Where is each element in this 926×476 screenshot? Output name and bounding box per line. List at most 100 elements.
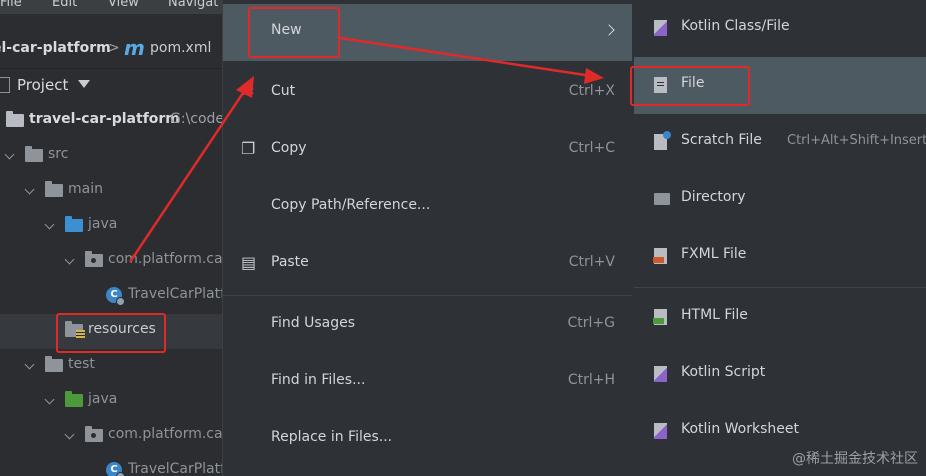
menu-item-cut[interactable]: ✂ Cut Ctrl+X: [223, 65, 633, 122]
chevron-down-icon[interactable]: [44, 394, 55, 405]
menu-separator: [223, 295, 633, 296]
menu-item-label: Find in Files...: [271, 372, 366, 388]
menu-item-shortcut: Ctrl+C: [568, 140, 615, 156]
breadcrumb-project[interactable]: el-car-platform: [0, 40, 111, 56]
menu-navigate[interactable]: Navigat: [168, 0, 218, 10]
tree-node-package[interactable]: com.platform.car: [0, 244, 222, 279]
chevron-down-icon[interactable]: [64, 254, 75, 265]
breadcrumb-file[interactable]: pom.xml: [150, 40, 211, 56]
new-submenu: Kotlin Class/File File Scratch File Ctrl…: [632, 0, 926, 476]
kotlin-icon: [654, 423, 667, 439]
menu-item-label: Cut: [271, 83, 296, 99]
submenu-item-label: Kotlin Worksheet: [681, 421, 799, 437]
tree-node-main-class[interactable]: C TravelCarPlatf: [0, 279, 222, 314]
test-class-icon: C: [106, 462, 125, 476]
submenu-item-shortcut: Ctrl+Alt+Shift+Insert: [787, 133, 926, 148]
project-view-selector[interactable]: Project: [0, 72, 222, 100]
html-file-icon: [653, 309, 667, 325]
menu-item-copy-path[interactable]: Copy Path/Reference...: [223, 179, 633, 236]
menu-item-find-in-files[interactable]: Find in Files... Ctrl+H: [223, 354, 633, 411]
menu-item-label: New: [271, 22, 302, 38]
menu-item-shortcut: Ctrl+X: [568, 83, 615, 99]
chevron-down-icon[interactable]: [24, 184, 35, 195]
menu-item-shortcut: Ctrl+V: [568, 254, 615, 270]
submenu-item-file[interactable]: File: [634, 57, 926, 114]
project-tree: travel-car-platform G:\code src main jav…: [0, 104, 222, 476]
scratch-file-icon: [654, 131, 671, 150]
submenu-item-fxml-file[interactable]: FXML File: [634, 228, 926, 285]
menu-item-find-usages[interactable]: Find Usages Ctrl+G: [223, 297, 633, 354]
tree-node-main[interactable]: main: [0, 174, 222, 209]
submenu-item-label: Scratch File: [681, 132, 762, 148]
menu-bar: File Edit View Navigat: [0, 0, 222, 14]
menu-item-shortcut: Ctrl+G: [567, 315, 616, 331]
breadcrumb-separator: >: [108, 40, 120, 56]
project-view-label: Project: [17, 76, 69, 94]
file-icon: [654, 77, 667, 93]
package-icon: [85, 426, 103, 442]
tree-node-test-java[interactable]: java: [0, 384, 222, 419]
tree-node-label: test: [68, 356, 95, 372]
tree-node-label: resources: [88, 321, 156, 337]
menu-item-replace-in-files[interactable]: Replace in Files...: [223, 411, 633, 468]
menu-view[interactable]: View: [108, 0, 139, 10]
tree-node-label: TravelCarPlatf: [128, 286, 222, 302]
tree-node-label: com.platform.car: [108, 426, 222, 442]
menu-item-label: Copy Path/Reference...: [271, 197, 431, 213]
submenu-item-directory[interactable]: Directory: [634, 171, 926, 228]
submenu-item-label: Directory: [681, 189, 746, 205]
tree-node-src[interactable]: src: [0, 139, 222, 174]
tree-node-test-package[interactable]: com.platform.car: [0, 419, 222, 454]
copy-icon: ❐: [241, 139, 256, 158]
tree-node-root[interactable]: travel-car-platform G:\code: [0, 104, 222, 139]
menu-item-label: Find Usages: [271, 315, 356, 331]
folder-icon: [654, 193, 670, 205]
context-menu: New ✂ Cut Ctrl+X ❐ Copy Ctrl+C Copy Path…: [222, 0, 633, 476]
menu-file[interactable]: File: [0, 0, 22, 10]
clipboard-icon: ▤: [241, 253, 257, 272]
menu-item-copy[interactable]: ❐ Copy Ctrl+C: [223, 122, 633, 179]
maven-icon: m: [124, 36, 145, 60]
menu-item-new[interactable]: New: [223, 4, 633, 61]
folder-icon: [45, 356, 63, 372]
chevron-down-icon[interactable]: [4, 149, 15, 160]
resources-folder-icon: [65, 321, 85, 338]
chevron-down-icon[interactable]: [64, 429, 75, 440]
tree-node-java[interactable]: java: [0, 209, 222, 244]
module-folder-icon: [6, 111, 24, 127]
tree-node-test-class[interactable]: C TravelCarPlatf: [0, 454, 222, 476]
menu-item-label: Paste: [271, 254, 309, 270]
submenu-item-scratch-file[interactable]: Scratch File Ctrl+Alt+Shift+Insert: [634, 114, 926, 171]
submenu-item-label: HTML File: [681, 307, 748, 323]
submenu-item-label: Kotlin Script: [681, 364, 766, 380]
submenu-item-kotlin-class[interactable]: Kotlin Class/File: [634, 0, 926, 57]
tree-node-label: TravelCarPlatf: [128, 461, 222, 476]
submenu-item-label: Kotlin Class/File: [681, 18, 790, 34]
menu-item-paste[interactable]: ▤ Paste Ctrl+V: [223, 236, 633, 293]
chevron-down-icon[interactable]: [24, 359, 35, 370]
submenu-item-html-file[interactable]: HTML File: [634, 289, 926, 346]
breadcrumb: el-car-platform > m pom.xml: [0, 36, 222, 64]
chevron-down-icon[interactable]: [78, 80, 90, 88]
watermark: @稀土掘金技术社区: [792, 451, 918, 467]
tree-node-label: com.platform.car: [108, 251, 222, 267]
fxml-file-icon: [653, 248, 667, 264]
submenu-item-label: File: [681, 75, 705, 91]
submenu-item-kotlin-script[interactable]: Kotlin Script: [634, 346, 926, 403]
tree-node-label: main: [68, 181, 103, 197]
kotlin-icon: [654, 366, 667, 382]
scissors-icon: ✂: [241, 82, 255, 101]
tree-node-resources[interactable]: resources: [0, 314, 222, 349]
package-icon: [85, 251, 103, 267]
project-window-icon: [0, 77, 10, 93]
tree-node-label: travel-car-platform: [29, 111, 180, 127]
chevron-down-icon[interactable]: [44, 219, 55, 230]
menu-edit[interactable]: Edit: [52, 0, 77, 10]
submenu-item-label: FXML File: [681, 246, 747, 262]
source-folder-icon: [65, 216, 83, 232]
menu-item-label: Copy: [271, 140, 307, 156]
tree-node-label: java: [88, 391, 118, 407]
divider: [0, 68, 222, 69]
tree-node-test[interactable]: test: [0, 349, 222, 384]
test-source-folder-icon: [65, 391, 83, 407]
